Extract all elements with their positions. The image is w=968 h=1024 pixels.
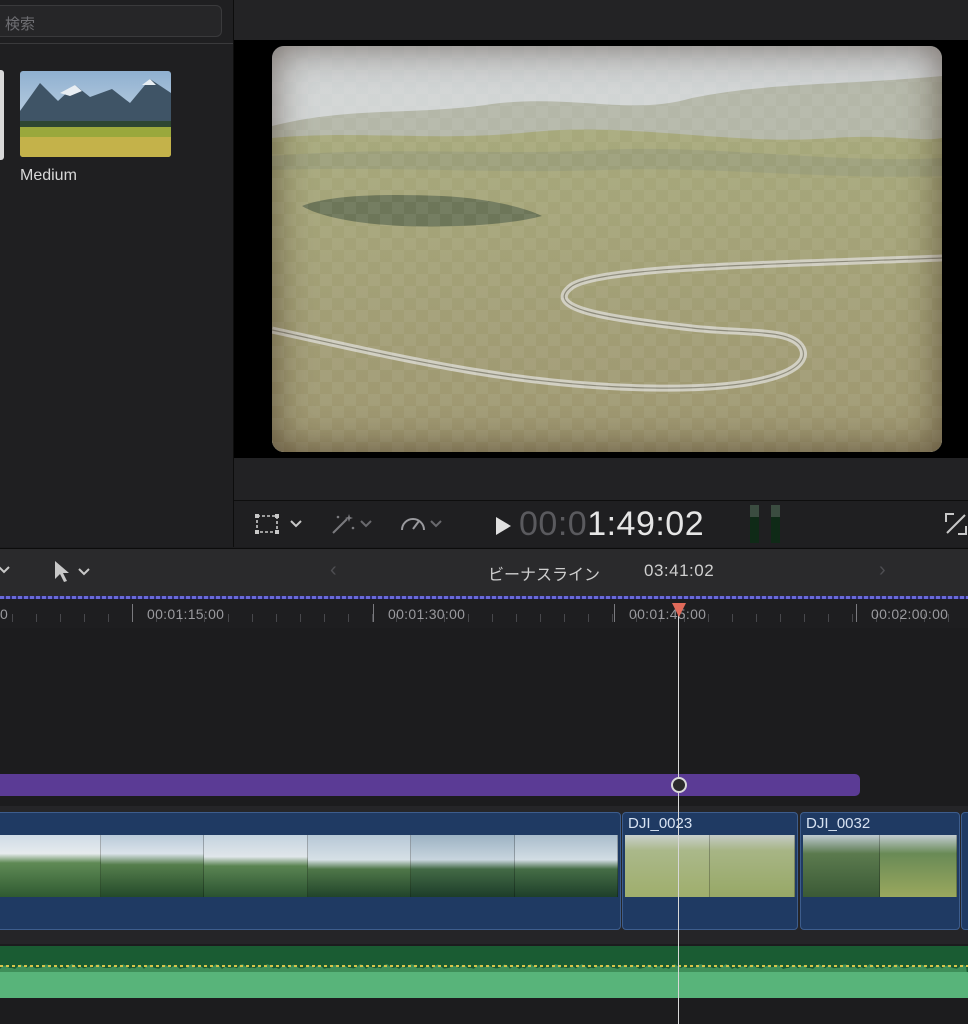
video-frame	[272, 46, 942, 452]
audio-track-lower	[0, 972, 968, 998]
timecode-display[interactable]: 00:01:49:02	[519, 505, 704, 544]
tool-menu[interactable]	[52, 559, 92, 585]
ruler-minor-tick	[780, 614, 781, 622]
ruler-major-tick	[373, 604, 374, 622]
ruler-minor-tick	[564, 614, 565, 622]
ruler-minor-tick	[828, 614, 829, 622]
ruler-minor-tick	[348, 614, 349, 622]
clip-filmstrip	[625, 835, 795, 897]
ruler-major-tick	[856, 604, 857, 622]
viewer-controls: 00:01:49:02	[234, 501, 968, 547]
chevron-down-icon	[290, 520, 302, 528]
timeline-header: ‹ ビーナスライン 03:41:02 ›	[0, 548, 968, 596]
speedometer-icon	[401, 518, 425, 531]
viewer-canvas[interactable]	[234, 40, 968, 458]
ruler-minor-tick	[228, 614, 229, 622]
viewer-spacer	[234, 458, 968, 501]
ruler-minor-tick	[540, 614, 541, 622]
retime-menu[interactable]	[399, 511, 443, 537]
ruler-major-tick	[132, 604, 133, 622]
magic-wand-icon	[332, 514, 355, 534]
project-name: ビーナスライン	[488, 567, 601, 584]
audio-meter-right	[771, 505, 780, 543]
ruler-minor-tick	[36, 614, 37, 622]
search-field[interactable]: 検索	[0, 5, 222, 37]
transform-icon	[255, 514, 279, 534]
ruler-minor-tick	[492, 614, 493, 622]
chevron-down-icon	[430, 520, 442, 528]
ruler-minor-tick	[852, 614, 853, 622]
ruler-major-tick	[614, 604, 615, 622]
chevron-down-icon	[0, 566, 10, 574]
ruler-label: 0	[0, 606, 9, 622]
video-clip[interactable]: DJI_0032	[800, 812, 960, 930]
play-icon	[496, 517, 511, 535]
transform-menu[interactable]	[254, 511, 304, 537]
timeline-body[interactable]: DJI_0023 DJI_0032	[0, 628, 968, 1024]
arrow-cursor-icon	[55, 561, 69, 582]
ruler-minor-tick	[756, 614, 757, 622]
divider	[0, 43, 233, 44]
audio-track[interactable]	[0, 946, 968, 998]
ruler-minor-tick	[468, 614, 469, 622]
video-clip[interactable]: DJI_0023	[622, 812, 798, 930]
clip-thumbnail-partial[interactable]	[0, 70, 4, 160]
playhead-knob[interactable]	[671, 777, 687, 793]
ruler-minor-tick	[612, 614, 613, 622]
clip-name: DJI_0023	[628, 815, 693, 832]
browser-panel: 検索 Medium	[0, 0, 234, 547]
ruler-label: 00:01:30:00	[388, 606, 466, 622]
chevron-down-icon	[360, 520, 372, 528]
fullscreen-button[interactable]	[944, 511, 968, 537]
timeline-ruler[interactable]: 0 00:01:15:00 00:01:30:00 00:01:45:00 00…	[0, 596, 968, 628]
history-forward-button[interactable]: ›	[879, 559, 886, 582]
ruler-minor-tick	[804, 614, 805, 622]
fullscreen-icon	[945, 513, 967, 535]
ruler-label: 00:01:15:00	[147, 606, 225, 622]
viewer-panel: 00:01:49:02	[234, 0, 968, 547]
ruler-minor-tick	[84, 614, 85, 622]
timecode-value: 1:49:02	[587, 505, 705, 543]
ruler-minor-tick	[588, 614, 589, 622]
frame-vignette	[272, 46, 942, 452]
ruler-minor-tick	[732, 614, 733, 622]
ruler-minor-tick	[60, 614, 61, 622]
search-placeholder: 検索	[5, 16, 36, 33]
title-clip[interactable]	[0, 774, 860, 796]
clip-filmstrip	[0, 835, 618, 897]
chevron-down-icon	[78, 568, 90, 576]
ruler-minor-tick	[108, 614, 109, 622]
ruler-minor-tick	[324, 614, 325, 622]
ruler-minor-tick	[252, 614, 253, 622]
clip-thumbnail-medium[interactable]	[20, 71, 171, 157]
clip-filmstrip	[803, 835, 957, 897]
playhead-handle[interactable]	[672, 603, 686, 617]
clip-name: DJI_0032	[806, 815, 871, 832]
viewer-toolbar	[234, 0, 968, 40]
ruler-minor-tick	[12, 614, 13, 622]
timecode-leading: 00:0	[519, 505, 588, 543]
playhead[interactable]	[678, 606, 679, 1024]
clip-label: Medium	[20, 167, 77, 184]
video-clip[interactable]	[0, 812, 621, 930]
play-button[interactable]	[494, 513, 512, 539]
history-back-button[interactable]: ‹	[330, 559, 337, 582]
video-clip-partial[interactable]	[961, 812, 968, 930]
ruler-label: 00:02:00:00	[871, 606, 949, 622]
ruler-range-bar	[0, 596, 968, 599]
enhancements-menu[interactable]	[329, 511, 373, 537]
ruler-minor-tick	[300, 614, 301, 622]
ruler-label: 00:01:45:00	[629, 606, 707, 622]
ruler-minor-tick	[516, 614, 517, 622]
project-duration: 03:41:02	[644, 561, 715, 580]
audio-meter-left	[750, 505, 759, 543]
ruler-minor-tick	[276, 614, 277, 622]
clip-appearance-menu[interactable]	[0, 563, 12, 581]
ruler-minor-tick	[708, 614, 709, 622]
